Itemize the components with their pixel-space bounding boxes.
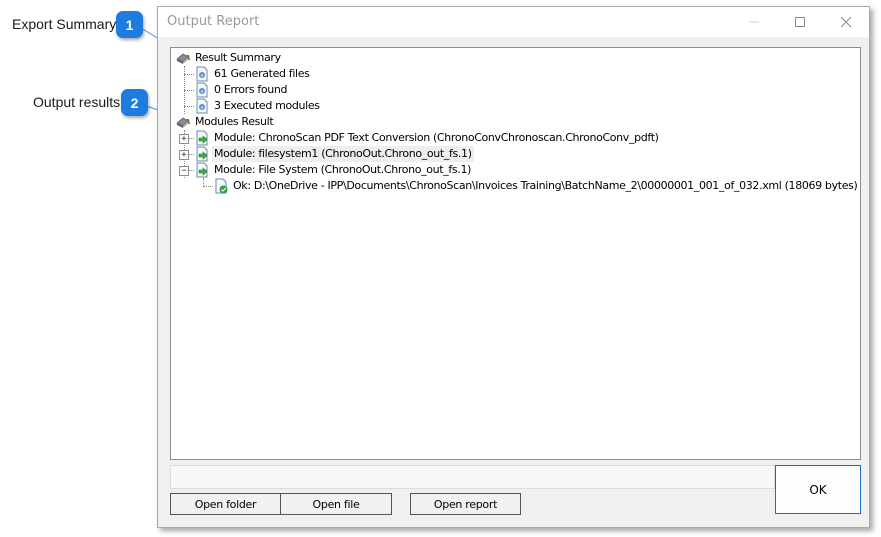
tree-node-label: Modules Result (195, 115, 274, 128)
tree-node-label: Ok: D:\OneDrive - IPP\Documents\ChronoSc… (233, 179, 858, 192)
info-document-icon (196, 82, 208, 98)
tree-node-module-chronoscan-pdf[interactable]: Module: ChronoScan PDF Text Conversion (… (194, 130, 694, 146)
window-title: Output Report (167, 14, 260, 29)
status-field (170, 465, 775, 489)
tree-node-module-filesystem1[interactable]: Module: filesystem1 (ChronoOut.Chrono_ou… (194, 146, 694, 162)
collapse-button[interactable]: − (179, 166, 189, 176)
tree-node-errors-found[interactable]: 0 Errors found (194, 82, 494, 98)
tree-node-modules-result[interactable]: Modules Result (175, 114, 475, 130)
tree-node-label: Result Summary (195, 51, 281, 64)
close-icon (840, 16, 852, 28)
open-folder-button[interactable]: Open folder (170, 493, 281, 515)
export-document-icon (196, 146, 208, 162)
callout-2-badge: 2 (121, 89, 148, 116)
title-bar[interactable]: Output Report (158, 7, 869, 37)
tree-node-label: 3 Executed modules (214, 99, 320, 112)
close-button[interactable] (823, 7, 869, 37)
tree-node-label: Module: filesystem1 (ChronoOut.Chrono_ou… (212, 146, 474, 162)
info-document-icon (196, 66, 208, 82)
tree-connector (203, 178, 204, 186)
expand-button[interactable]: + (179, 150, 189, 160)
tree-node-label: Module: File System (ChronoOut.Chrono_ou… (214, 163, 472, 176)
maximize-icon (795, 17, 805, 27)
expand-button[interactable]: + (179, 134, 189, 144)
tree-node-label: 61 Generated files (214, 67, 310, 80)
tree-connector (203, 186, 213, 187)
tree-node-label: Module: ChronoScan PDF Text Conversion (… (214, 131, 659, 144)
tree-node-label: 0 Errors found (214, 83, 288, 96)
tree-connector (184, 106, 194, 107)
export-document-icon (196, 162, 208, 178)
tree-connector (184, 90, 194, 91)
minimize-button[interactable] (731, 7, 777, 37)
tree-connector (184, 74, 194, 75)
result-tree-view[interactable]: Result Summary 61 Generated files 0 Erro… (170, 47, 861, 460)
info-document-icon (196, 98, 208, 114)
ok-button[interactable]: OK (775, 465, 861, 514)
callout-2-label: Output results (33, 94, 121, 110)
tree-node-generated-files[interactable]: 61 Generated files (194, 66, 494, 82)
book-icon (176, 53, 190, 64)
callout-1-badge: 1 (116, 11, 143, 38)
ok-document-icon (215, 178, 228, 194)
callout-1-label: Export Summary (12, 16, 117, 32)
minimize-icon (749, 21, 759, 23)
maximize-button[interactable] (777, 7, 823, 37)
output-report-window: Output Report Result Summary 61 Generate… (157, 6, 870, 528)
tree-node-result-summary[interactable]: Result Summary (175, 50, 475, 66)
tree-node-module-file-system[interactable]: Module: File System (ChronoOut.Chrono_ou… (194, 162, 694, 178)
book-icon (176, 117, 190, 128)
export-document-icon (196, 130, 208, 146)
tree-node-executed-modules[interactable]: 3 Executed modules (194, 98, 494, 114)
open-report-button[interactable]: Open report (410, 493, 521, 515)
tree-node-output-file[interactable]: Ok: D:\OneDrive - IPP\Documents\ChronoSc… (213, 178, 858, 194)
open-file-button[interactable]: Open file (280, 493, 392, 515)
